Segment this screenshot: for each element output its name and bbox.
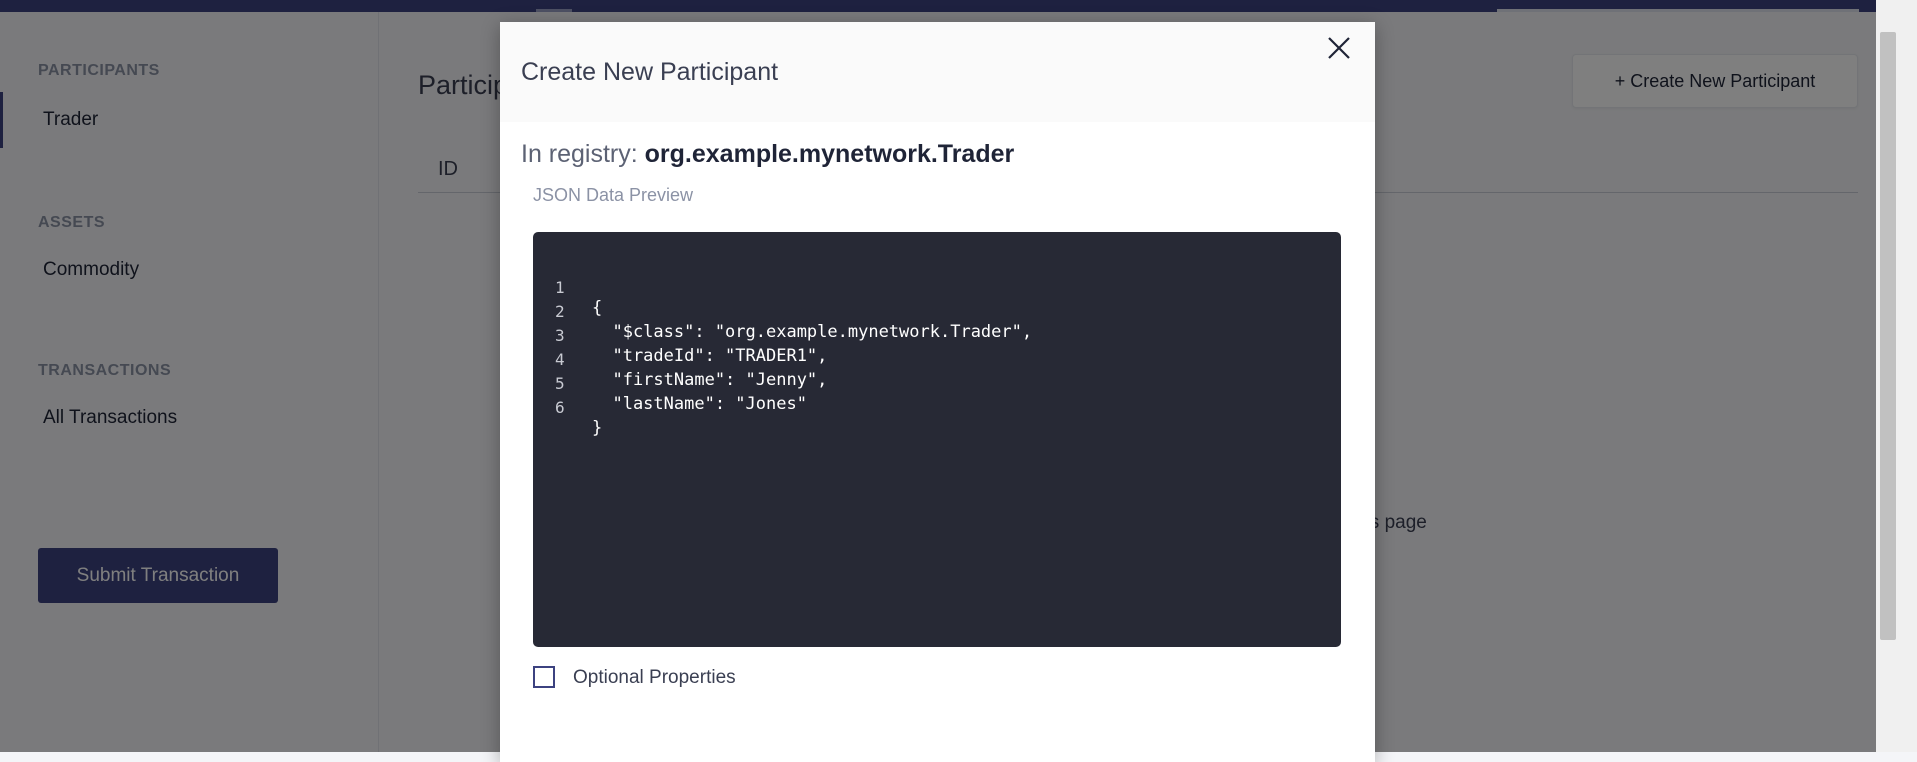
create-participant-modal: Create New Participant In registry: org.… [500,22,1375,762]
modal-title: Create New Participant [521,58,779,86]
scrollbar-thumb[interactable] [1880,32,1896,640]
code-line: 6 } [533,378,602,438]
registry-info: In registry: org.example.mynetwork.Trade… [521,140,1014,169]
code-line: 1 { [533,258,602,318]
code-line: 5 "lastName": "Jones" [533,354,807,414]
optional-properties-label[interactable]: Optional Properties [573,667,736,689]
modal-header: Create New Participant [500,22,1375,122]
registry-name: org.example.mynetwork.Trader [644,140,1015,168]
close-modal-button[interactable] [1323,32,1355,64]
page-scrollbar[interactable] [1876,0,1917,752]
optional-properties-checkbox[interactable] [533,666,555,688]
line-number: 6 [555,398,565,417]
registry-prefix: In registry: [521,140,638,168]
close-icon [1328,37,1350,59]
code-text: "$class": "org.example.mynetwork.Trader"… [592,322,1033,342]
json-preview-label: JSON Data Preview [533,185,694,205]
code-line: 2 "$class": "org.example.mynetwork.Trade… [533,282,1032,342]
json-code-editor[interactable]: 1 { 2 "$class": "org.example.mynetwork.T… [533,232,1341,647]
code-line: 4 "firstName": "Jenny", [533,330,827,390]
code-text: "firstName": "Jenny", [592,370,828,390]
code-line: 3 "tradeId": "TRADER1", [533,306,827,366]
code-text: } [592,418,603,438]
code-text: "lastName": "Jones" [592,394,807,414]
code-text: "tradeId": "TRADER1", [592,346,828,366]
